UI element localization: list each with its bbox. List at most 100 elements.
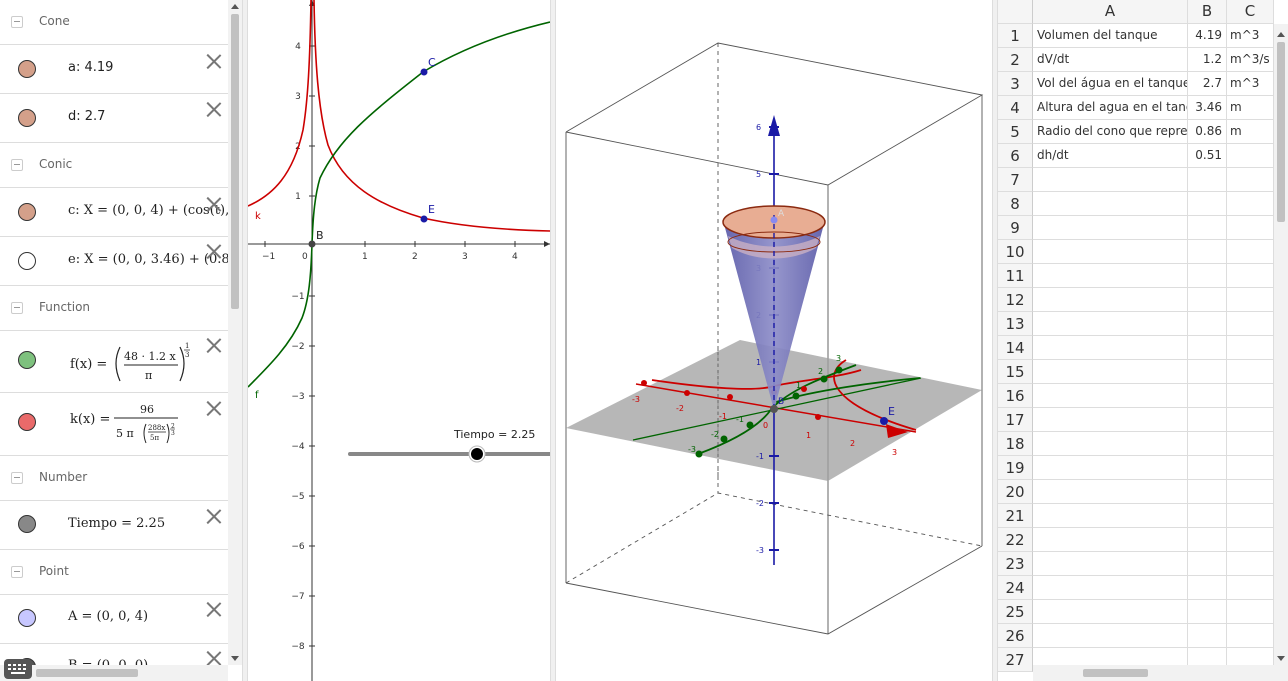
delete-icon[interactable]: [206, 196, 222, 212]
keyboard-icon[interactable]: [4, 659, 32, 679]
cell-c[interactable]: m^3: [1227, 72, 1274, 96]
delete-icon[interactable]: [206, 601, 222, 617]
algebra-item-a[interactable]: a: 4.19: [0, 45, 228, 94]
cell-a[interactable]: [1033, 384, 1188, 408]
row-header[interactable]: 6: [998, 144, 1033, 168]
row-header[interactable]: 23: [998, 552, 1033, 576]
cell-a[interactable]: Vol del água en el tanque: [1033, 72, 1188, 96]
point-a-3d[interactable]: [770, 216, 778, 224]
cell-c[interactable]: [1227, 144, 1274, 168]
cell-a[interactable]: [1033, 240, 1188, 264]
algebra-item-c[interactable]: c: X = (0, 0, 4) + (cos(t),: [0, 188, 228, 237]
row-header[interactable]: 14: [998, 336, 1033, 360]
cell-a[interactable]: [1033, 360, 1188, 384]
delete-icon[interactable]: [206, 243, 222, 259]
cell-a[interactable]: [1033, 288, 1188, 312]
row-header[interactable]: 26: [998, 624, 1033, 648]
cell-a[interactable]: [1033, 624, 1188, 648]
scroll-thumb[interactable]: [36, 669, 138, 677]
row-header[interactable]: 5: [998, 120, 1033, 144]
cell-b[interactable]: [1188, 552, 1227, 576]
visibility-toggle-icon[interactable]: [18, 515, 36, 533]
cell-a[interactable]: [1033, 432, 1188, 456]
algebra-item-tiempo[interactable]: Tiempo = 2.25: [0, 501, 228, 550]
cell-a[interactable]: Altura del agua en el tanque: [1033, 96, 1188, 120]
point-b-3d[interactable]: [770, 405, 778, 413]
group-header-function[interactable]: Function: [0, 286, 228, 331]
delete-icon[interactable]: [206, 53, 222, 69]
scroll-down-icon[interactable]: [1277, 656, 1285, 661]
spreadsheet-view[interactable]: A B C 1 Volumen del tanque 4.19 m^3 2 dV/dt 1.…: [998, 0, 1288, 681]
visibility-toggle-icon[interactable]: [18, 252, 36, 270]
cell-b[interactable]: [1188, 384, 1227, 408]
cell-c[interactable]: [1227, 432, 1274, 456]
row-header[interactable]: 13: [998, 312, 1033, 336]
visibility-toggle-icon[interactable]: [18, 609, 36, 627]
algebra-horizontal-scrollbar[interactable]: [0, 665, 228, 681]
group-header-conic[interactable]: Conic: [0, 143, 228, 188]
cell-c[interactable]: [1227, 384, 1274, 408]
row-header[interactable]: 15: [998, 360, 1033, 384]
cell-c[interactable]: [1227, 168, 1274, 192]
cell-b[interactable]: [1188, 576, 1227, 600]
cell-a[interactable]: Radio del cono que represer: [1033, 120, 1188, 144]
cell-b[interactable]: [1188, 288, 1227, 312]
cell-c[interactable]: [1227, 504, 1274, 528]
cell-c[interactable]: [1227, 288, 1274, 312]
column-header-c[interactable]: C: [1227, 0, 1274, 24]
graphics-2d-canvas[interactable]: −1 0 1 2 3 4 4321−1−2−3−4−5−6−7−8 C E B k f T…: [248, 0, 550, 681]
algebra-item-k[interactable]: k(x) = 96 5 π 288x 5π 2 3: [0, 393, 228, 456]
corner-cell[interactable]: [998, 0, 1033, 24]
cell-a[interactable]: [1033, 312, 1188, 336]
cell-b[interactable]: [1188, 240, 1227, 264]
scroll-thumb[interactable]: [1083, 669, 1148, 677]
scroll-thumb[interactable]: [1277, 42, 1285, 222]
collapse-toggle-icon[interactable]: [11, 302, 23, 314]
column-header-b[interactable]: B: [1188, 0, 1227, 24]
cell-a[interactable]: [1033, 552, 1188, 576]
cell-a[interactable]: [1033, 216, 1188, 240]
row-header[interactable]: 18: [998, 432, 1033, 456]
cell-c[interactable]: [1227, 360, 1274, 384]
collapse-toggle-icon[interactable]: [11, 566, 23, 578]
cell-b[interactable]: [1188, 432, 1227, 456]
cell-b[interactable]: [1188, 528, 1227, 552]
collapse-toggle-icon[interactable]: [11, 159, 23, 171]
cell-c[interactable]: [1227, 312, 1274, 336]
row-header[interactable]: 4: [998, 96, 1033, 120]
graphics-view-3d[interactable]: -3-2-10123 -3-2-1123 E 654321-1-2-3 A B: [556, 0, 992, 681]
cell-a[interactable]: [1033, 408, 1188, 432]
cell-a[interactable]: [1033, 480, 1188, 504]
row-header[interactable]: 25: [998, 600, 1033, 624]
collapse-toggle-icon[interactable]: [11, 16, 23, 28]
cell-a[interactable]: [1033, 528, 1188, 552]
cell-c[interactable]: m^3: [1227, 24, 1274, 48]
spreadsheet-horizontal-scrollbar[interactable]: [1033, 665, 1288, 681]
group-header-cone[interactable]: Cone: [0, 0, 228, 45]
row-header[interactable]: 27: [998, 648, 1033, 672]
delete-icon[interactable]: [206, 337, 222, 353]
row-header[interactable]: 9: [998, 216, 1033, 240]
cell-c[interactable]: m: [1227, 120, 1274, 144]
cell-b[interactable]: 0.51: [1188, 144, 1227, 168]
cell-b[interactable]: [1188, 336, 1227, 360]
algebra-item-f[interactable]: f(x) = 48 · 1.2 x π 1 3: [0, 331, 228, 393]
cell-c[interactable]: [1227, 480, 1274, 504]
visibility-toggle-icon[interactable]: [18, 60, 36, 78]
cell-a[interactable]: dV/dt: [1033, 48, 1188, 72]
slider-handle[interactable]: [471, 448, 483, 460]
cell-a[interactable]: [1033, 456, 1188, 480]
point-c[interactable]: [420, 68, 428, 76]
collapse-toggle-icon[interactable]: [11, 472, 23, 484]
row-header[interactable]: 21: [998, 504, 1033, 528]
cell-b[interactable]: 1.2: [1188, 48, 1227, 72]
cell-a[interactable]: [1033, 600, 1188, 624]
cell-b[interactable]: 0.86: [1188, 120, 1227, 144]
cell-a[interactable]: [1033, 504, 1188, 528]
cell-b[interactable]: 4.19: [1188, 24, 1227, 48]
cell-c[interactable]: [1227, 216, 1274, 240]
point-e[interactable]: [420, 215, 428, 223]
cell-b[interactable]: [1188, 504, 1227, 528]
row-header[interactable]: 19: [998, 456, 1033, 480]
row-header[interactable]: 20: [998, 480, 1033, 504]
